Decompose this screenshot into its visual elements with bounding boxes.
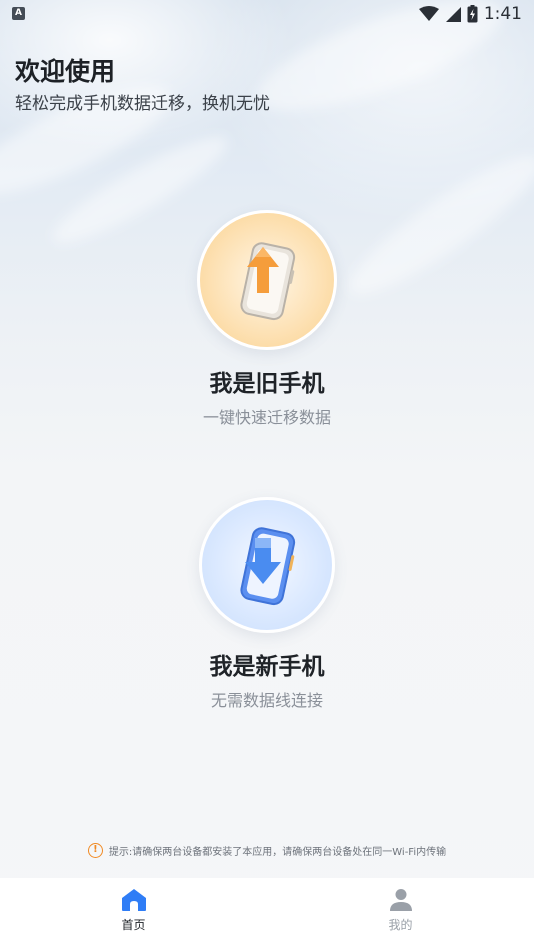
info-icon: ! <box>87 842 103 858</box>
phone-download-icon <box>240 527 296 606</box>
new-phone-description: 无需数据线连接 <box>210 691 323 710</box>
phone-upload-icon <box>240 242 296 321</box>
tip-text: 提示:请确保两台设备都安装了本应用，请确保两台设备处在同一Wi-Fi内传输 <box>108 846 447 858</box>
nav-label-mine: 我的 <box>388 918 413 932</box>
bottom-navigation: 首页 我的 <box>0 878 534 950</box>
background <box>0 0 534 950</box>
old-phone-option[interactable]: 我是旧手机 一键快速迁移数据 <box>0 210 534 428</box>
old-phone-title: 我是旧手机 <box>209 371 325 397</box>
nav-label-home: 首页 <box>121 918 146 932</box>
old-phone-circle[interactable] <box>197 210 337 350</box>
page-title: 欢迎使用 <box>15 57 116 86</box>
tip-bar: ! 提示:请确保两台设备都安装了本应用，请确保两台设备处在同一Wi-Fi内传输 <box>0 840 534 860</box>
old-phone-description: 一键快速迁移数据 <box>202 408 331 427</box>
clock-time: 1:41 <box>483 4 522 24</box>
new-phone-title: 我是新手机 <box>209 654 325 680</box>
page-subtitle: 轻松完成手机数据迁移，换机无忧 <box>15 94 270 114</box>
status-bar: A 1:41 <box>0 0 534 28</box>
battery-icon <box>467 5 478 23</box>
user-icon <box>389 889 412 911</box>
wifi-icon <box>418 6 439 21</box>
new-phone-option[interactable]: 我是新手机 无需数据线连接 <box>0 497 534 711</box>
notification-app-icon: A <box>12 7 25 20</box>
new-phone-circle[interactable] <box>199 497 335 633</box>
signal-icon <box>445 7 461 22</box>
home-icon <box>121 889 146 911</box>
nav-item-home[interactable]: 首页 <box>0 878 267 950</box>
nav-item-mine[interactable]: 我的 <box>267 878 534 950</box>
